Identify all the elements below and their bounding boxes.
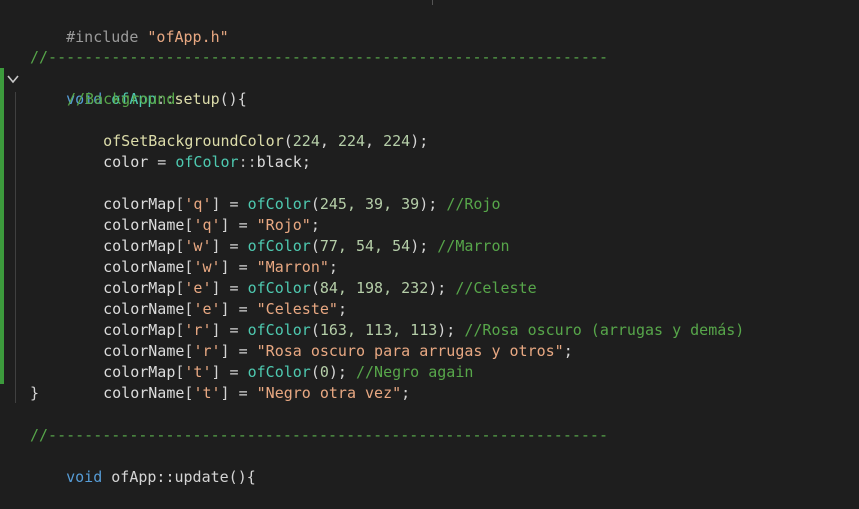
code-line-color-assign[interactable]: color = ofColor::black; [30, 131, 311, 171]
code-line-bg-call[interactable]: ofSetBackgroundColor(224, 224, 224); [30, 110, 428, 150]
code-line-separator[interactable]: //--------------------------------------… [30, 425, 608, 446]
include-file: "ofApp.h" [147, 28, 229, 46]
member-name: black [256, 153, 302, 171]
change-indicator-bar [0, 68, 4, 384]
tab-edge [432, 0, 433, 5]
color-args: 245, 39, 39 [319, 195, 420, 213]
function-parens: (){ [219, 90, 247, 108]
inline-comment: //Rojo [446, 195, 501, 213]
keyword-void: void [66, 468, 103, 486]
code-editor[interactable]: #include "ofApp.h" //-------------------… [0, 0, 859, 486]
code-line-colormap[interactable]: colorMap['w'] = ofColor(77, 54, 54); //M… [30, 215, 509, 255]
function-name: setup [174, 90, 220, 108]
code-line-colorname[interactable]: colorName['r'] = "Rosa oscuro para arrug… [30, 320, 573, 360]
variable: colorName [103, 384, 185, 402]
code-line-update-signature[interactable]: void ofApp::update(){ [30, 446, 256, 486]
preprocessor-directive: #include [66, 28, 139, 46]
variable: color [103, 153, 149, 171]
scope-operator: :: [238, 153, 257, 171]
code-line-close-brace[interactable]: } [30, 383, 39, 404]
code-line-colormap[interactable]: colorMap['t'] = ofColor(0); //Negro agai… [30, 341, 473, 381]
operator: = [148, 153, 176, 171]
type-name: ofColor [175, 153, 239, 171]
code-line-colorname[interactable]: colorName['w'] = "Marron"; [30, 236, 338, 276]
number-literal: 224 [337, 132, 366, 150]
paren: ); [410, 132, 429, 150]
code-line-separator[interactable]: //--------------------------------------… [30, 47, 608, 68]
code-line-colorname[interactable]: colorName['e'] = "Celeste"; [30, 278, 347, 318]
code-line-setup-signature[interactable]: void ofApp::setup(){ [30, 68, 247, 108]
indent-guide [15, 92, 16, 403]
partial-text: ofApp::update(){ [111, 468, 256, 486]
code-line-include[interactable]: #include "ofApp.h" [30, 6, 229, 46]
string-literal: "Negro otra vez" [256, 384, 402, 402]
chevron-down-icon[interactable] [6, 72, 20, 86]
inline-comment: //Celeste [455, 279, 537, 297]
code-line-colormap[interactable]: colorMap['e'] = ofColor(84, 198, 232); /… [30, 257, 537, 297]
number-literal: 224 [383, 132, 411, 150]
code-line-bg-comment[interactable]: //Background [30, 89, 175, 110]
code-line-colormap[interactable]: colorMap['r'] = ofColor(163, 113, 113); … [30, 299, 744, 339]
inline-comment: //Marron [437, 237, 510, 255]
semicolon: ; [301, 153, 311, 171]
code-line-colormap[interactable]: colorMap['q'] = ofColor(245, 39, 39); //… [30, 173, 500, 213]
code-line-colorname[interactable]: colorName['t'] = "Negro otra vez"; [30, 362, 410, 402]
char-literal: 't' [193, 384, 221, 402]
code-line-colorname[interactable]: colorName['q'] = "Rojo"; [30, 194, 320, 234]
